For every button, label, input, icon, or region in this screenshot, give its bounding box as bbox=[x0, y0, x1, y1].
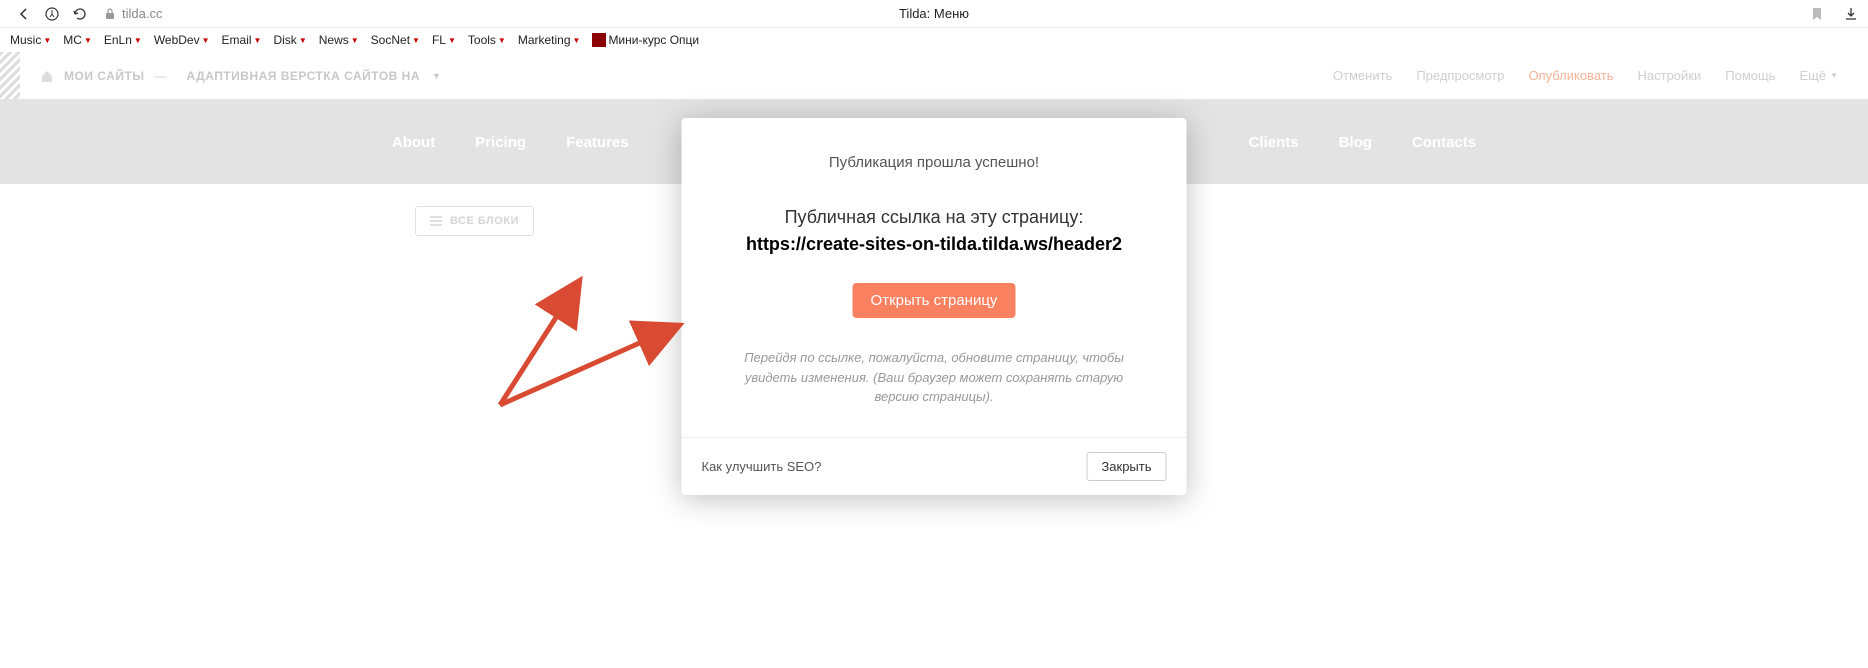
nav-link-contacts[interactable]: Contacts bbox=[1412, 134, 1476, 151]
lock-icon bbox=[104, 8, 116, 20]
settings-button[interactable]: Настройки bbox=[1638, 68, 1702, 83]
site-favicon bbox=[592, 33, 606, 47]
downloads-icon[interactable] bbox=[1844, 7, 1858, 21]
bookmarks-bar: Music ▼ MC ▼ EnLn ▼ WebDev ▼ Email ▼ Dis… bbox=[0, 28, 1868, 52]
bookmark-folder[interactable]: SocNet ▼ bbox=[371, 33, 420, 47]
bookmark-folder[interactable]: Disk ▼ bbox=[273, 33, 306, 47]
published-url[interactable]: https://create-sites-on-tilda.tilda.ws/h… bbox=[706, 234, 1163, 255]
decorative-edge bbox=[0, 52, 20, 99]
bookmark-folder[interactable]: FL ▼ bbox=[432, 33, 456, 47]
all-blocks-label: ВСЕ БЛОКИ bbox=[450, 215, 519, 227]
all-blocks-button[interactable]: ВСЕ БЛОКИ bbox=[415, 206, 534, 236]
url-text: tilda.cc bbox=[122, 6, 162, 21]
bookmark-folder[interactable]: WebDev ▼ bbox=[154, 33, 210, 47]
chevron-down-icon[interactable]: ▼ bbox=[432, 71, 441, 81]
yandex-home-button[interactable] bbox=[38, 0, 66, 28]
breadcrumb-project[interactable]: АДАПТИВНАЯ ВЕРСТКА САЙТОВ НА bbox=[187, 69, 420, 83]
back-button[interactable] bbox=[10, 0, 38, 28]
breadcrumb-separator: — bbox=[155, 69, 167, 83]
address-bar[interactable]: tilda.cc bbox=[104, 6, 162, 21]
nav-link-blog[interactable]: Blog bbox=[1339, 134, 1372, 151]
bookmark-icon[interactable] bbox=[1810, 7, 1824, 21]
success-message: Публикация прошла успешно! bbox=[706, 154, 1163, 171]
bookmark-folder[interactable]: Music ▼ bbox=[10, 33, 51, 47]
nav-link-clients[interactable]: Clients bbox=[1249, 134, 1299, 151]
nav-link-features[interactable]: Features bbox=[566, 134, 629, 151]
bookmark-folder[interactable]: Marketing ▼ bbox=[518, 33, 581, 47]
header-actions: Отменить Предпросмотр Опубликовать Настр… bbox=[1333, 68, 1838, 83]
bookmark-folder[interactable]: MC ▼ bbox=[63, 33, 92, 47]
bookmark-folder[interactable]: EnLn ▼ bbox=[104, 33, 142, 47]
reload-button[interactable] bbox=[66, 0, 94, 28]
home-icon[interactable] bbox=[40, 69, 54, 83]
seo-link[interactable]: Как улучшить SEO? bbox=[702, 459, 822, 474]
close-button[interactable]: Закрыть bbox=[1086, 452, 1166, 481]
nav-link-pricing[interactable]: Pricing bbox=[475, 134, 526, 151]
tilda-header-bar: МОИ САЙТЫ — АДАПТИВНАЯ ВЕРСТКА САЙТОВ НА… bbox=[0, 52, 1868, 100]
modal-footer: Как улучшить SEO? Закрыть bbox=[682, 437, 1187, 495]
list-icon bbox=[430, 216, 442, 226]
refresh-hint: Перейдя по ссылке, пожалуйста, обновите … bbox=[706, 348, 1163, 407]
publish-button[interactable]: Опубликовать bbox=[1528, 68, 1613, 83]
bookmark-link[interactable]: Мини-курс Опци bbox=[592, 33, 699, 47]
bookmark-folder[interactable]: News ▼ bbox=[319, 33, 359, 47]
page-title: Tilda: Меню bbox=[899, 6, 969, 21]
help-button[interactable]: Помощь bbox=[1725, 68, 1775, 83]
publish-success-modal: Публикация прошла успешно! Публичная ссы… bbox=[682, 118, 1187, 495]
nav-link-about[interactable]: About bbox=[392, 134, 435, 151]
bookmark-folder[interactable]: Tools ▼ bbox=[468, 33, 506, 47]
public-link-label: Публичная ссылка на эту страницу: bbox=[706, 207, 1163, 228]
bookmark-folder[interactable]: Email ▼ bbox=[222, 33, 262, 47]
more-button[interactable]: Ещё ▼ bbox=[1799, 68, 1838, 83]
open-page-button[interactable]: Открыть страницу bbox=[853, 283, 1016, 318]
breadcrumb-my-sites[interactable]: МОИ САЙТЫ bbox=[64, 69, 145, 83]
cancel-button[interactable]: Отменить bbox=[1333, 68, 1392, 83]
preview-button[interactable]: Предпросмотр bbox=[1416, 68, 1504, 83]
browser-toolbar: tilda.cc Tilda: Меню bbox=[0, 0, 1868, 28]
